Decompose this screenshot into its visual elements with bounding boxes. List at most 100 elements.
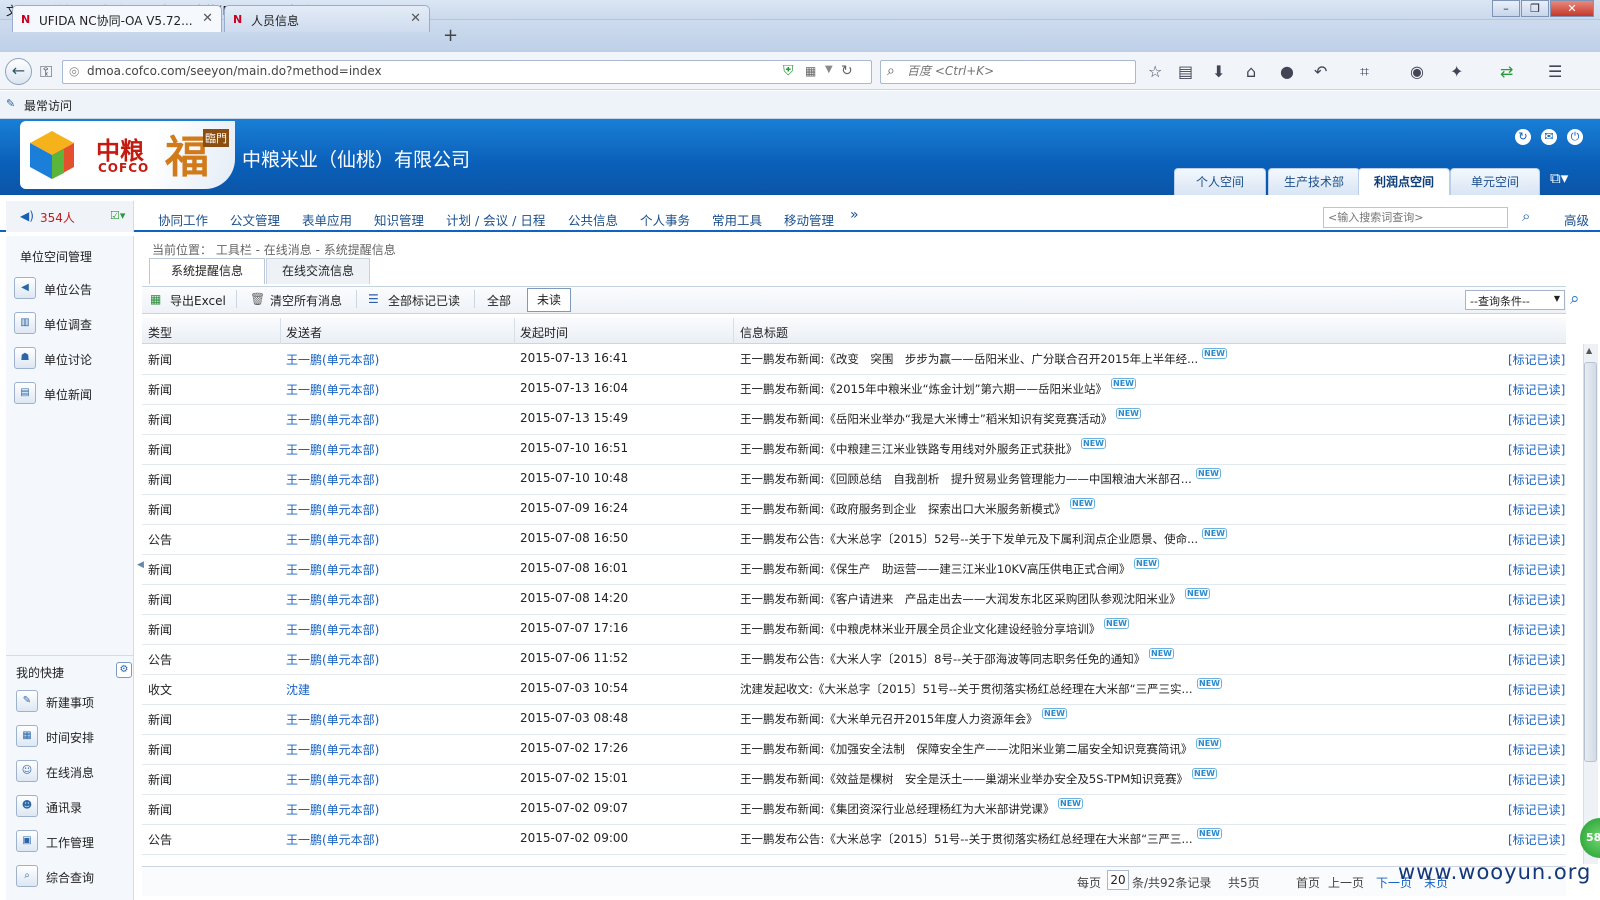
- cell-title[interactable]: 王一鹏发布新闻:《客户请进来 产品走出去——大润发东北区采购团队参观沈阳米业》: [740, 591, 1181, 607]
- close-tab-icon[interactable]: ✕: [410, 11, 421, 26]
- window-switch-icon[interactable]: ⧉▾: [1550, 169, 1568, 187]
- close-tab-icon[interactable]: ✕: [202, 11, 213, 26]
- table-row[interactable]: 公告 王一鹏(单元本部) 2015-07-06 11:52 王一鹏发布公告:《大米人字…: [142, 645, 1566, 675]
- cell-title[interactable]: 王一鹏发布新闻:《大米单元召开2015年度人力资源年会》: [740, 711, 1038, 727]
- menu-icon[interactable]: ☰: [1548, 62, 1562, 81]
- mark-read-link[interactable]: [标记已读]: [1508, 381, 1565, 398]
- cell-title[interactable]: 王一鹏发布新闻:《中粮建三江米业铁路专用线对外服务正式获批》: [740, 441, 1077, 457]
- nav-tools[interactable]: 常用工具: [712, 210, 762, 229]
- nav-personal[interactable]: 个人事务: [640, 210, 690, 229]
- mark-read-link[interactable]: [标记已读]: [1508, 621, 1565, 638]
- logout-icon[interactable]: ⏻: [1567, 129, 1583, 145]
- dropdown-icon[interactable]: ▼: [825, 64, 833, 75]
- minimize-button[interactable]: –: [1492, 0, 1520, 17]
- scrollbar-thumb[interactable]: [1584, 362, 1597, 762]
- prev-page-link[interactable]: 上一页: [1328, 874, 1364, 891]
- back-button[interactable]: ←: [5, 58, 32, 85]
- cell-sender[interactable]: 王一鹏(单元本部): [286, 381, 379, 398]
- table-row[interactable]: 新闻 王一鹏(单元本部) 2015-07-13 16:04 王一鹏发布新闻:《2015…: [142, 375, 1566, 405]
- cell-title[interactable]: 王一鹏发布新闻:《加强安全法制 保障安全生产——沈阳米业第二届安全知识竞赛简讯》: [740, 741, 1192, 757]
- mark-read-link[interactable]: [标记已读]: [1508, 831, 1565, 848]
- maximize-button[interactable]: ❐: [1521, 0, 1549, 17]
- cell-title[interactable]: 王一鹏发布新闻:《集团资深行业总经理杨红为大米部讲党课》: [740, 801, 1054, 817]
- mark-read-link[interactable]: [标记已读]: [1508, 471, 1565, 488]
- sync-icon[interactable]: ⇄: [1500, 62, 1513, 81]
- cell-title[interactable]: 王一鹏发布新闻:《保生产 助运营——建三江米业10KV高压供电正式合闸》: [740, 561, 1130, 577]
- cell-sender[interactable]: 王一鹏(单元本部): [286, 741, 379, 758]
- mark-read-link[interactable]: [标记已读]: [1508, 801, 1565, 818]
- reading-list-icon[interactable]: ▤: [1178, 62, 1193, 81]
- table-row[interactable]: 新闻 王一鹏(单元本部) 2015-07-13 15:49 王一鹏发布新闻:《岳阳米业…: [142, 405, 1566, 435]
- mark-read-link[interactable]: [标记已读]: [1508, 711, 1565, 728]
- app-search-box[interactable]: [1323, 207, 1508, 228]
- nav-more[interactable]: »: [850, 207, 859, 223]
- browser-tab-oa[interactable]: N UFIDA NC协同-OA V5.72... ✕: [12, 5, 222, 32]
- table-row[interactable]: 新闻 王一鹏(单元本部) 2015-07-07 17:16 王一鹏发布新闻:《中粮虎林…: [142, 615, 1566, 645]
- table-row[interactable]: 公告 王一鹏(单元本部) 2015-07-08 16:50 王一鹏发布公告:《大米总字…: [142, 525, 1566, 555]
- browser-tab-staff[interactable]: N 人员信息 ✕: [224, 5, 430, 32]
- app-search-icon[interactable]: ⌕: [1522, 207, 1530, 225]
- nav-public-info[interactable]: 公共信息: [568, 210, 618, 229]
- qrcode-icon[interactable]: ▦: [805, 64, 816, 78]
- cell-title[interactable]: 沈建发起收文:《大米总字〔2015〕51号--关于贯彻落实杨红总经理在大米部“三…: [740, 681, 1193, 697]
- table-row[interactable]: 新闻 王一鹏(单元本部) 2015-07-02 17:26 王一鹏发布新闻:《加强安全…: [142, 735, 1566, 765]
- mark-read-link[interactable]: [标记已读]: [1508, 411, 1565, 428]
- col-time[interactable]: 发起时间: [520, 324, 568, 341]
- cell-sender[interactable]: 王一鹏(单元本部): [286, 501, 379, 518]
- cell-title[interactable]: 王一鹏发布公告:《大米总字〔2015〕51号--关于贯彻落实杨红总经理在大米部“…: [740, 831, 1193, 847]
- cell-sender[interactable]: 王一鹏(单元本部): [286, 441, 379, 458]
- undo-icon[interactable]: ↶: [1314, 62, 1327, 81]
- per-page-input[interactable]: 20: [1107, 870, 1129, 890]
- cell-sender[interactable]: 王一鹏(单元本部): [286, 561, 379, 578]
- space-tab-unit[interactable]: 单元空间: [1450, 168, 1540, 195]
- cell-title[interactable]: 王一鹏发布新闻:《中粮虎林米业开展全员企业文化建设经验分享培训》: [740, 621, 1100, 637]
- browser-search-input[interactable]: [907, 64, 1127, 78]
- mark-read-link[interactable]: [标记已读]: [1508, 591, 1565, 608]
- home-icon[interactable]: ⌂: [1246, 62, 1256, 81]
- cell-sender[interactable]: 王一鹏(单元本部): [286, 711, 379, 728]
- mark-read-link[interactable]: [标记已读]: [1508, 651, 1565, 668]
- cell-title[interactable]: 王一鹏发布新闻:《效益是棵树 安全是沃土——巢湖米业举办安全及5S-TPM知识竞…: [740, 771, 1188, 787]
- nav-forms[interactable]: 表单应用: [302, 210, 352, 229]
- cell-title[interactable]: 王一鹏发布新闻:《2015年中粮米业“炼金计划”第六期——岳阳米业站》: [740, 381, 1107, 397]
- cell-sender[interactable]: 王一鹏(单元本部): [286, 801, 379, 818]
- tab-online-chat[interactable]: 在线交流信息: [266, 258, 370, 284]
- table-row[interactable]: 新闻 王一鹏(单元本部) 2015-07-02 09:07 王一鹏发布新闻:《集团资深…: [142, 795, 1566, 825]
- url-bar[interactable]: ◎ ⛨ ▦ ▼ ↻: [62, 60, 872, 84]
- cell-sender[interactable]: 王一鹏(单元本部): [286, 531, 379, 548]
- download-icon[interactable]: ⬇: [1212, 62, 1225, 81]
- col-title[interactable]: 信息标题: [740, 324, 788, 341]
- cofco-logo[interactable]: 中粮 COFCO 福 臨門: [20, 121, 235, 189]
- cell-sender[interactable]: 王一鹏(单元本部): [286, 471, 379, 488]
- table-row[interactable]: 新闻 王一鹏(单元本部) 2015-07-08 16:01 王一鹏发布新闻:《保生产 …: [142, 555, 1566, 585]
- cell-title[interactable]: 王一鹏发布新闻:《岳阳米业举办“我是大米博士”稻米知识有奖竞赛活动》: [740, 411, 1112, 427]
- filter-unread-button[interactable]: 未读: [527, 288, 571, 312]
- cell-title[interactable]: 王一鹏发布新闻:《回顾总结 自我剖析 提升贸易业务管理能力——中国粮油大米部召.…: [740, 471, 1192, 487]
- nav-documents[interactable]: 公文管理: [230, 210, 280, 229]
- first-page-link[interactable]: 首页: [1296, 874, 1320, 891]
- identity-key-icon[interactable]: ⚿: [40, 62, 52, 82]
- space-tab-personal[interactable]: 个人空间: [1174, 168, 1266, 195]
- mark-read-link[interactable]: [标记已读]: [1508, 531, 1565, 548]
- refresh-icon[interactable]: ↻: [1515, 129, 1531, 145]
- cell-sender[interactable]: 王一鹏(单元本部): [286, 621, 379, 638]
- cell-title[interactable]: 王一鹏发布公告:《大米总字〔2015〕52号--关于下发单元及下属利润点企业愿景…: [740, 531, 1198, 547]
- cell-sender[interactable]: 沈建: [286, 681, 310, 698]
- table-row[interactable]: 新闻 王一鹏(单元本部) 2015-07-03 08:48 王一鹏发布新闻:《大米单元…: [142, 705, 1566, 735]
- addon-icon[interactable]: ✦: [1450, 62, 1463, 81]
- shortcut-settings-icon[interactable]: ⚙: [116, 662, 132, 678]
- table-row[interactable]: 新闻 王一鹏(单元本部) 2015-07-08 14:20 王一鹏发布新闻:《客户请进…: [142, 585, 1566, 615]
- cell-sender[interactable]: 王一鹏(单元本部): [286, 771, 379, 788]
- cell-title[interactable]: 王一鹏发布新闻:《改变 突围 步步为赢——岳阳米业、广分联合召开2015年上半年…: [740, 351, 1198, 367]
- cell-sender[interactable]: 王一鹏(单元本部): [286, 831, 379, 848]
- table-row[interactable]: 新闻 王一鹏(单元本部) 2015-07-09 16:24 王一鹏发布新闻:《政府服务…: [142, 495, 1566, 525]
- comment-icon[interactable]: ◉: [1410, 62, 1424, 81]
- nav-mobile[interactable]: 移动管理: [784, 210, 834, 229]
- nav-collaboration[interactable]: 协同工作: [158, 210, 208, 229]
- query-search-icon[interactable]: ⌕: [1570, 289, 1580, 309]
- nav-knowledge[interactable]: 知识管理: [374, 210, 424, 229]
- mark-all-read-button[interactable]: 全部标记已读: [388, 292, 460, 309]
- nav-plan-meeting[interactable]: 计划 / 会议 / 日程: [446, 210, 545, 229]
- browser-search-box[interactable]: ⌕: [880, 60, 1136, 84]
- scroll-up-icon[interactable]: ▲: [1586, 346, 1592, 355]
